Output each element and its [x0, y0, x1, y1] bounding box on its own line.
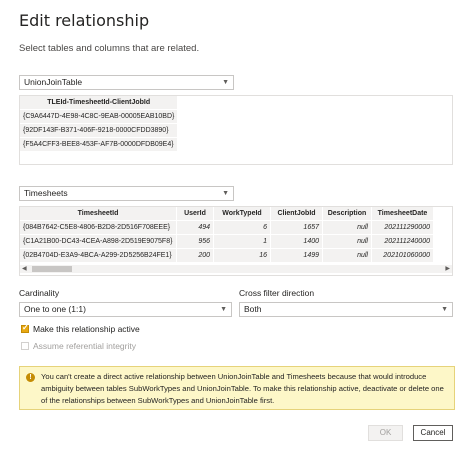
- active-checkbox[interactable]: [21, 323, 29, 333]
- table-row: {C9A6447D-4E98-4C8C-9EAB-00005EAB10BD}: [20, 109, 179, 124]
- warning-icon: !: [26, 373, 35, 382]
- table2-cell: 202101060000: [371, 248, 434, 262]
- referential-integrity-label[interactable]: Assume referential integrity: [33, 341, 136, 351]
- table1-select[interactable]: UnionJoinTable ▼: [19, 75, 234, 90]
- warning-text: You can't create a direct active relatio…: [41, 372, 444, 405]
- table2-cell: {C1A21B00-DC43-4CEA-A898-2D519E9075F8}: [20, 234, 177, 249]
- table-row: {02B4704D-E3A9-4BCA-A299-2D5256B24FE1} 2…: [20, 248, 434, 262]
- table-row: {084B7642-C5E8-4806-B2D8-2D516F708EEE} 4…: [20, 220, 434, 235]
- table2-cell: 956: [176, 234, 214, 249]
- cross-filter-select[interactable]: Both ▼: [239, 302, 453, 317]
- referential-integrity-checkbox[interactable]: [21, 342, 29, 350]
- table1-select-value: UnionJoinTable: [24, 77, 83, 87]
- table2-cell: 494: [176, 220, 214, 235]
- table2-cell: 1: [213, 234, 271, 249]
- scrollbar-thumb[interactable]: [32, 266, 72, 272]
- edit-relationship-dialog: Edit relationship Select tables and colu…: [0, 0, 474, 460]
- table2-column-header[interactable]: TimesheetId: [20, 207, 177, 221]
- table2-horizontal-scrollbar[interactable]: ◀ ▶: [20, 265, 452, 273]
- cardinality-select[interactable]: One to one (1:1) ▼: [19, 302, 232, 317]
- table2-cell: 1499: [270, 248, 323, 262]
- chevron-down-icon: ▼: [441, 306, 448, 313]
- table2-column-header[interactable]: Description: [322, 207, 372, 221]
- table2-cell: 1400: [270, 234, 323, 249]
- table2-cell: 16: [213, 248, 271, 262]
- cardinality-select-value: One to one (1:1): [24, 304, 86, 314]
- table-row: {F5A4CFF3-BEE8-453F-AF7B-0000DFDB09E4}: [20, 137, 179, 151]
- table2-cell: {084B7642-C5E8-4806-B2D8-2D516F708EEE}: [20, 220, 177, 235]
- table2-grid: TimesheetId UserId WorkTypeId ClientJobI…: [20, 207, 434, 262]
- table1-cell: {C9A6447D-4E98-4C8C-9EAB-00005EAB10BD}: [20, 109, 179, 124]
- table2-column-header[interactable]: UserId: [176, 207, 214, 221]
- cardinality-label: Cardinality: [19, 288, 60, 298]
- chevron-down-icon: ▼: [222, 190, 229, 197]
- warning-banner: ! You can't create a direct active relat…: [19, 366, 455, 410]
- table1-column-header[interactable]: TLEId-TimesheetId-ClientJobId: [20, 96, 179, 110]
- table2-cell: 202111290000: [371, 220, 434, 235]
- table1-grid: TLEId-TimesheetId-ClientJobId {C9A6447D-…: [20, 96, 179, 151]
- table2-cell: null: [322, 234, 372, 249]
- ok-button[interactable]: OK: [368, 425, 403, 441]
- table1-preview: TLEId-TimesheetId-ClientJobId {C9A6447D-…: [19, 95, 453, 165]
- scroll-right-icon[interactable]: ▶: [445, 265, 450, 273]
- table2-column-header[interactable]: ClientJobId: [270, 207, 323, 221]
- table-row: {C1A21B00-DC43-4CEA-A898-2D519E9075F8} 9…: [20, 234, 434, 249]
- dialog-subtitle: Select tables and columns that are relat…: [19, 43, 200, 54]
- table2-column-header[interactable]: TimesheetDate: [371, 207, 434, 221]
- chevron-down-icon: ▼: [222, 79, 229, 86]
- table2-preview: TimesheetId UserId WorkTypeId ClientJobI…: [19, 206, 453, 276]
- table2-select-value: Timesheets: [24, 188, 68, 198]
- table1-cell: {F5A4CFF3-BEE8-453F-AF7B-0000DFDB09E4}: [20, 137, 179, 151]
- table2-cell: 202111240000: [371, 234, 434, 249]
- table2-column-header[interactable]: WorkTypeId: [213, 207, 271, 221]
- table2-cell: 6: [213, 220, 271, 235]
- table-row: {92DF143F-B371-406F-9218-0000CFDD3890}: [20, 123, 179, 138]
- table2-select[interactable]: Timesheets ▼: [19, 186, 234, 201]
- cross-filter-label: Cross filter direction: [239, 288, 315, 298]
- table2-cell: null: [322, 248, 372, 262]
- table2-cell: 1657: [270, 220, 323, 235]
- table2-cell: 200: [176, 248, 214, 262]
- dialog-title: Edit relationship: [19, 11, 150, 30]
- cancel-button[interactable]: Cancel: [413, 425, 453, 441]
- chevron-down-icon: ▼: [220, 306, 227, 313]
- scroll-left-icon[interactable]: ◀: [22, 265, 27, 273]
- table2-cell: {02B4704D-E3A9-4BCA-A299-2D5256B24FE1}: [20, 248, 177, 262]
- active-label[interactable]: Make this relationship active: [33, 324, 140, 334]
- table1-cell: {92DF143F-B371-406F-9218-0000CFDD3890}: [20, 123, 179, 138]
- table2-cell: null: [322, 220, 372, 235]
- cross-filter-select-value: Both: [244, 304, 262, 314]
